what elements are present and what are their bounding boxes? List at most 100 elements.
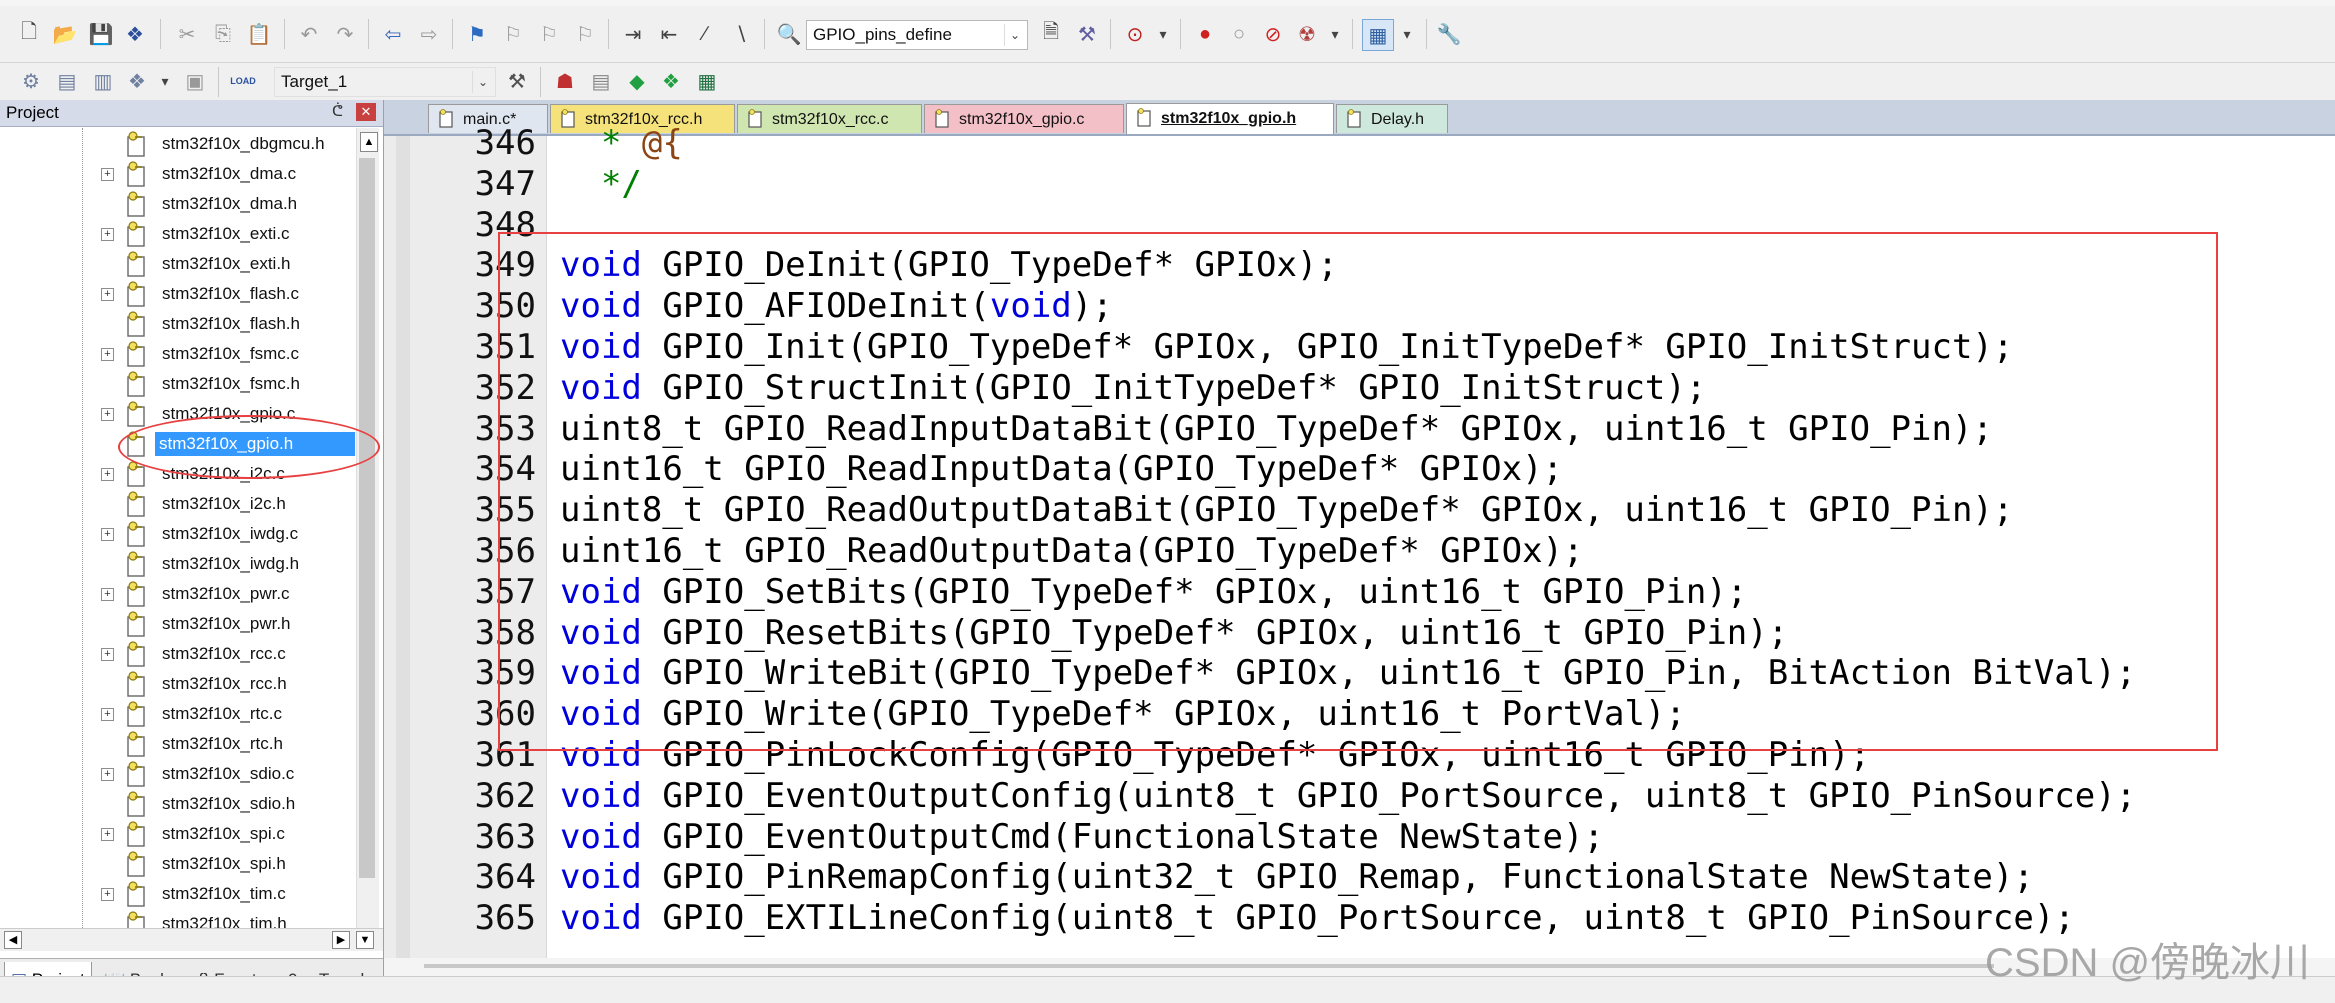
layout-dropdown-icon[interactable]: ▾ bbox=[1392, 19, 1422, 49]
clear-bookmarks-icon[interactable]: ⚐ bbox=[570, 19, 600, 49]
scroll-thumb[interactable] bbox=[424, 964, 1994, 968]
expand-plus-icon[interactable]: + bbox=[101, 468, 114, 481]
find-in-files-icon[interactable]: 🔍 bbox=[774, 19, 804, 49]
chevron-down-icon[interactable]: ⌄ bbox=[1004, 24, 1025, 46]
file-extensions-icon[interactable]: ☗ bbox=[550, 66, 580, 96]
scroll-up-icon[interactable]: ▲ bbox=[360, 132, 378, 152]
tree-file-item[interactable]: + stm32f10x_pwr.c bbox=[0, 580, 355, 610]
tree-horizontal-scrollbar[interactable]: ◀ ▶ ▼ bbox=[0, 928, 383, 951]
tree-file-item[interactable]: + stm32f10x_flash.c bbox=[0, 280, 355, 310]
tree-file-item[interactable]: stm32f10x_i2c.h bbox=[0, 490, 355, 520]
target-combo[interactable]: Target_1 ⌄ bbox=[274, 67, 496, 97]
breakpoint-icon[interactable]: ● bbox=[1190, 19, 1220, 49]
expand-plus-icon[interactable]: + bbox=[101, 168, 114, 181]
window-layout-icon[interactable]: ▦ bbox=[1362, 19, 1394, 51]
kill-breakpoints-icon[interactable]: ☢ bbox=[1292, 19, 1322, 49]
tree-vertical-scrollbar[interactable]: ▲ bbox=[356, 128, 379, 928]
tree-file-item[interactable]: stm32f10x_dbgmcu.h bbox=[0, 130, 355, 160]
tree-file-item[interactable]: stm32f10x_tim.h bbox=[0, 910, 355, 928]
tree-file-item[interactable]: + stm32f10x_fsmc.c bbox=[0, 340, 355, 370]
close-icon[interactable]: ✕ bbox=[356, 103, 376, 121]
expand-plus-icon[interactable]: + bbox=[101, 888, 114, 901]
bookmark-icon[interactable]: ⚑ bbox=[462, 19, 492, 49]
tree-file-item[interactable]: stm32f10x_flash.h bbox=[0, 310, 355, 340]
expand-plus-icon[interactable]: + bbox=[101, 768, 114, 781]
chevron-down-icon[interactable]: ⌄ bbox=[472, 71, 493, 93]
pack-installer-icon[interactable]: ❖ bbox=[656, 66, 686, 96]
tree-file-item[interactable]: + stm32f10x_gpio.c bbox=[0, 400, 355, 430]
uncomment-icon[interactable]: ∖ bbox=[726, 19, 756, 49]
expand-plus-icon[interactable]: + bbox=[101, 348, 114, 361]
scroll-left-icon[interactable]: ◀ bbox=[4, 931, 22, 949]
manage-components-icon[interactable]: ▤ bbox=[586, 66, 616, 96]
undo-icon[interactable]: ↶ bbox=[294, 19, 324, 49]
save-icon[interactable]: 💾 bbox=[86, 19, 116, 49]
paste-icon[interactable]: 📋 bbox=[244, 19, 274, 49]
download-load-icon[interactable]: LOAD bbox=[228, 66, 258, 96]
open-folder-icon[interactable]: 📂 bbox=[50, 19, 80, 49]
scroll-down-icon[interactable]: ▼ bbox=[356, 931, 374, 949]
tree-file-item[interactable]: + stm32f10x_iwdg.c bbox=[0, 520, 355, 550]
build-icon[interactable]: ▤ bbox=[52, 66, 82, 96]
rebuild-icon[interactable]: ▥ bbox=[88, 66, 118, 96]
settings-wrench-icon[interactable]: 🔧 bbox=[1434, 19, 1464, 49]
tree-file-item[interactable]: stm32f10x_exti.h bbox=[0, 250, 355, 280]
batch-dropdown-icon[interactable]: ▾ bbox=[150, 66, 180, 96]
debug-session-icon[interactable]: ⊙ bbox=[1120, 19, 1150, 49]
expand-plus-icon[interactable]: + bbox=[101, 288, 114, 301]
cut-icon[interactable]: ✂ bbox=[172, 19, 202, 49]
nav-back-icon[interactable]: ⇦ bbox=[378, 19, 408, 49]
tree-file-item[interactable]: stm32f10x_rcc.h bbox=[0, 670, 355, 700]
find-icon[interactable]: 🗎 bbox=[1036, 19, 1066, 49]
tree-file-item[interactable]: + stm32f10x_sdio.c bbox=[0, 760, 355, 790]
prev-bookmark-icon[interactable]: ⚐ bbox=[498, 19, 528, 49]
expand-plus-icon[interactable]: + bbox=[101, 828, 114, 841]
find-combo[interactable]: GPIO_pins_define ⌄ bbox=[806, 20, 1028, 50]
code-editor[interactable]: 346 * @{347 */348 349 void GPIO_DeInit(GPI… bbox=[384, 123, 2335, 976]
clear-breakpoints-icon[interactable]: ⊘ bbox=[1258, 19, 1288, 49]
tree-file-item[interactable]: stm32f10x_spi.h bbox=[0, 850, 355, 880]
tree-file-item[interactable]: + stm32f10x_tim.c bbox=[0, 880, 355, 910]
tree-file-item[interactable]: stm32f10x_pwr.h bbox=[0, 610, 355, 640]
tree-file-item[interactable]: + stm32f10x_rtc.c bbox=[0, 700, 355, 730]
new-file-icon[interactable]: 🗋 bbox=[14, 19, 44, 49]
tree-file-item[interactable]: stm32f10x_sdio.h bbox=[0, 790, 355, 820]
tree-file-item[interactable]: + stm32f10x_dma.c bbox=[0, 160, 355, 190]
config-wizard-icon[interactable]: ⚒ bbox=[1072, 19, 1102, 49]
next-bookmark-icon[interactable]: ⚐ bbox=[534, 19, 564, 49]
tree-file-item[interactable]: + stm32f10x_spi.c bbox=[0, 820, 355, 850]
translate-icon[interactable]: ⚙ bbox=[16, 66, 46, 96]
select-software-packs-icon[interactable]: ▦ bbox=[692, 66, 722, 96]
expand-plus-icon[interactable]: + bbox=[101, 408, 114, 421]
tree-file-item[interactable]: + stm32f10x_exti.c bbox=[0, 220, 355, 250]
comment-icon[interactable]: ∕ bbox=[690, 19, 720, 49]
expand-plus-icon[interactable]: + bbox=[101, 528, 114, 541]
disable-breakpoint-icon[interactable]: ○ bbox=[1224, 19, 1254, 49]
target-options-icon[interactable]: ⚒ bbox=[502, 66, 532, 96]
tree-file-item[interactable]: stm32f10x_gpio.h bbox=[0, 430, 355, 460]
run-time-env-icon[interactable]: ◆ bbox=[622, 66, 652, 96]
expand-plus-icon[interactable]: + bbox=[101, 708, 114, 721]
nav-forward-icon[interactable]: ⇨ bbox=[414, 19, 444, 49]
tree-file-item[interactable]: + stm32f10x_rcc.c bbox=[0, 640, 355, 670]
tree-file-item[interactable]: stm32f10x_dma.h bbox=[0, 190, 355, 220]
pin-icon[interactable]: ᕧ bbox=[332, 102, 343, 120]
expand-plus-icon[interactable]: + bbox=[101, 648, 114, 661]
tree-file-item[interactable]: + stm32f10x_i2c.c bbox=[0, 460, 355, 490]
save-all-icon[interactable]: ❖ bbox=[120, 19, 150, 49]
tree-file-item[interactable]: stm32f10x_iwdg.h bbox=[0, 550, 355, 580]
tree-file-item[interactable]: stm32f10x_fsmc.h bbox=[0, 370, 355, 400]
tree-file-item[interactable]: stm32f10x_rtc.h bbox=[0, 730, 355, 760]
redo-icon[interactable]: ↷ bbox=[330, 19, 360, 49]
copy-icon[interactable]: ⎘ bbox=[208, 19, 238, 49]
scroll-thumb[interactable] bbox=[359, 158, 375, 878]
debug-dropdown-icon[interactable]: ▾ bbox=[1148, 19, 1178, 49]
unindent-icon[interactable]: ⇤ bbox=[654, 19, 684, 49]
scroll-right-icon[interactable]: ▶ bbox=[332, 931, 350, 949]
indent-icon[interactable]: ⇥ bbox=[618, 19, 648, 49]
batch-build-icon[interactable]: ❖ bbox=[122, 66, 152, 96]
stop-build-icon[interactable]: ▣ bbox=[180, 66, 210, 96]
expand-plus-icon[interactable]: + bbox=[101, 228, 114, 241]
breakpoints-dropdown-icon[interactable]: ▾ bbox=[1320, 19, 1350, 49]
expand-plus-icon[interactable]: + bbox=[101, 588, 114, 601]
